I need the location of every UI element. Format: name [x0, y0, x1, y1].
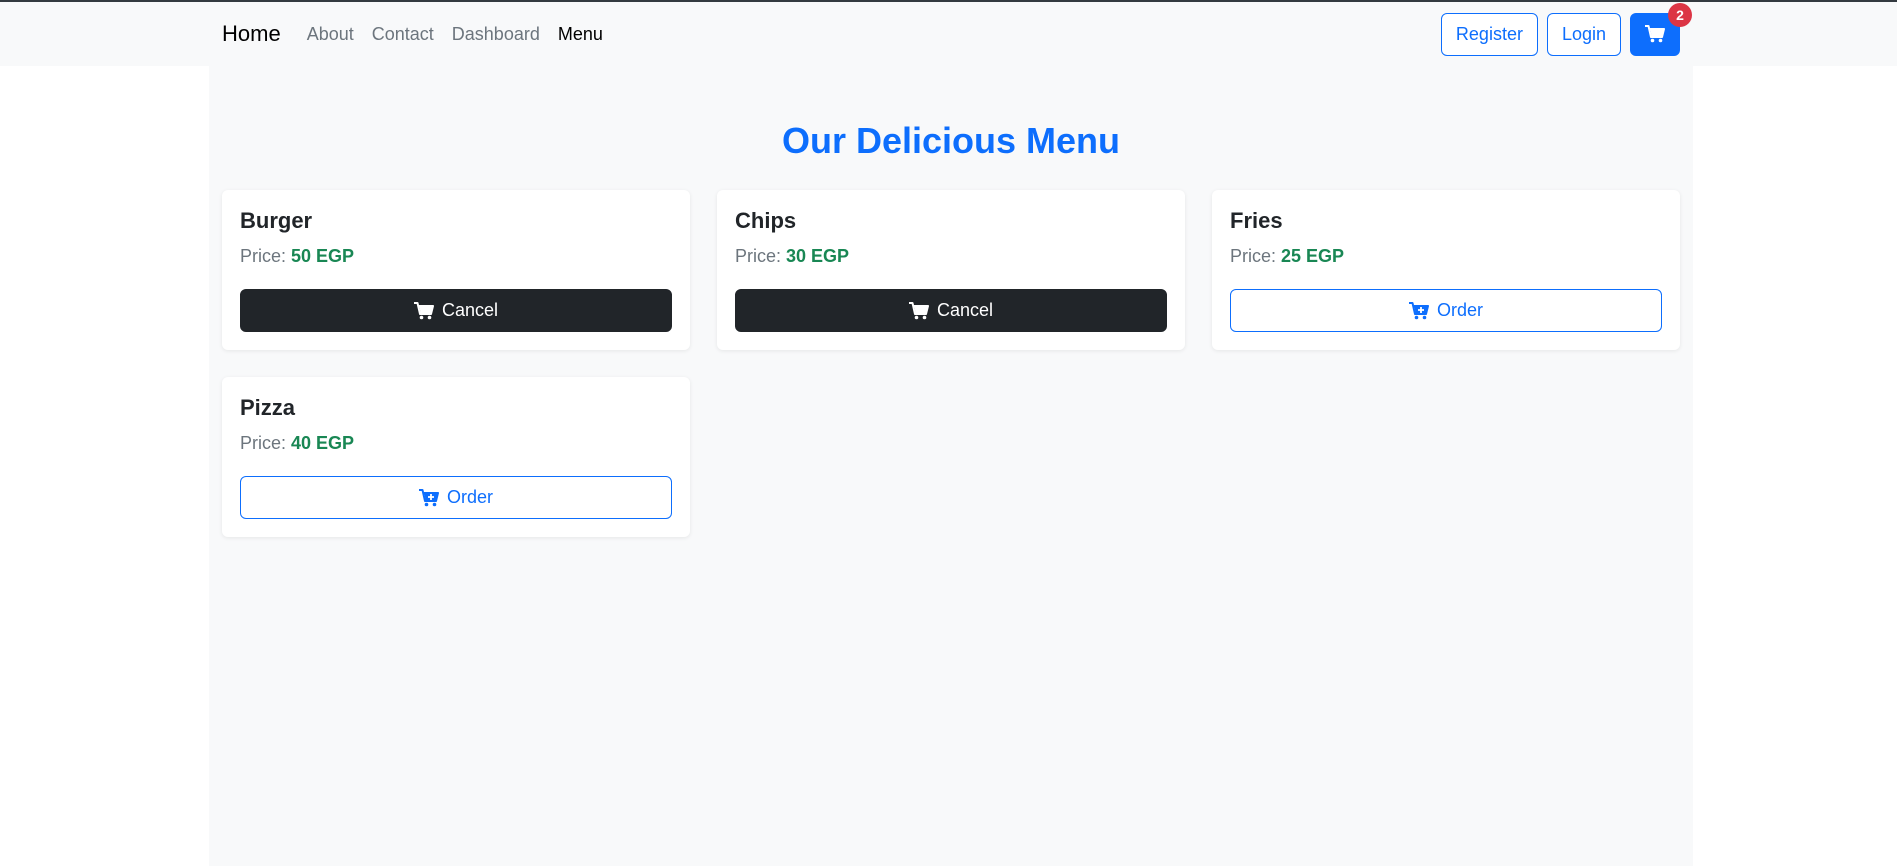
nav-links: About Contact Dashboard Menu: [307, 24, 621, 45]
menu-card-pizza: Pizza Price: 40 EGP Order: [222, 377, 690, 537]
menu-item-price-row: Price: 50 EGP: [240, 246, 672, 267]
menu-item-price: 30 EGP: [786, 246, 850, 266]
cart-icon: [413, 301, 434, 320]
cart-icon: [1645, 25, 1665, 43]
nav-link-dashboard[interactable]: Dashboard: [452, 24, 540, 45]
price-label: Price:: [1230, 246, 1277, 266]
button-label: Cancel: [441, 300, 499, 320]
cart-plus-icon: [418, 488, 439, 507]
price-label: Price:: [240, 246, 287, 266]
page-title: Our Delicious Menu: [781, 120, 1121, 161]
menu-page: Our Delicious Menu Burger Price: 50 EGP …: [209, 66, 1693, 866]
nav-link-contact[interactable]: Contact: [372, 24, 434, 45]
nav-link-about[interactable]: About: [307, 24, 354, 45]
button-label: Order: [446, 487, 493, 507]
order-button[interactable]: Order: [1230, 289, 1662, 332]
menu-item-name: Burger: [240, 208, 313, 233]
menu-item-name: Chips: [735, 208, 797, 233]
menu-item-price: 25 EGP: [1281, 246, 1345, 266]
cart-icon: [908, 301, 929, 320]
menu-item-name: Pizza: [240, 395, 296, 420]
menu-item-price: 40 EGP: [291, 433, 355, 453]
menu-item-price: 50 EGP: [291, 246, 355, 266]
brand-home-link[interactable]: Home: [222, 21, 281, 47]
button-label: Order: [1436, 300, 1483, 320]
menu-item-price-row: Price: 30 EGP: [735, 246, 1167, 267]
order-button[interactable]: Order: [240, 476, 672, 519]
menu-item-price-row: Price: 25 EGP: [1230, 246, 1662, 267]
login-button[interactable]: Login: [1546, 12, 1621, 56]
cart-plus-icon: [1408, 301, 1429, 320]
nav-link-menu[interactable]: Menu: [558, 24, 603, 45]
price-label: Price:: [735, 246, 782, 266]
menu-item-name: Fries: [1230, 208, 1283, 233]
register-button[interactable]: Register: [1440, 12, 1538, 56]
navbar: Home About Contact Dashboard Menu Regist…: [0, 2, 1897, 66]
price-label: Price:: [240, 433, 287, 453]
cart-count-badge: 2: [1668, 2, 1692, 27]
button-label: Cancel: [936, 300, 994, 320]
menu-item-price-row: Price: 40 EGP: [240, 433, 672, 454]
cart-button[interactable]: 2: [1630, 2, 1692, 56]
menu-card-burger: Burger Price: 50 EGP Cancel: [222, 190, 690, 350]
cancel-order-button[interactable]: Cancel: [735, 289, 1167, 332]
navbar-inner: Home About Contact Dashboard Menu Regist…: [222, 2, 1692, 66]
menu-card-chips: Chips Price: 30 EGP Cancel: [717, 190, 1185, 350]
nav-actions: Register Login 2: [1440, 2, 1692, 56]
cancel-order-button[interactable]: Cancel: [240, 289, 672, 332]
menu-card-fries: Fries Price: 25 EGP Order: [1212, 190, 1680, 350]
